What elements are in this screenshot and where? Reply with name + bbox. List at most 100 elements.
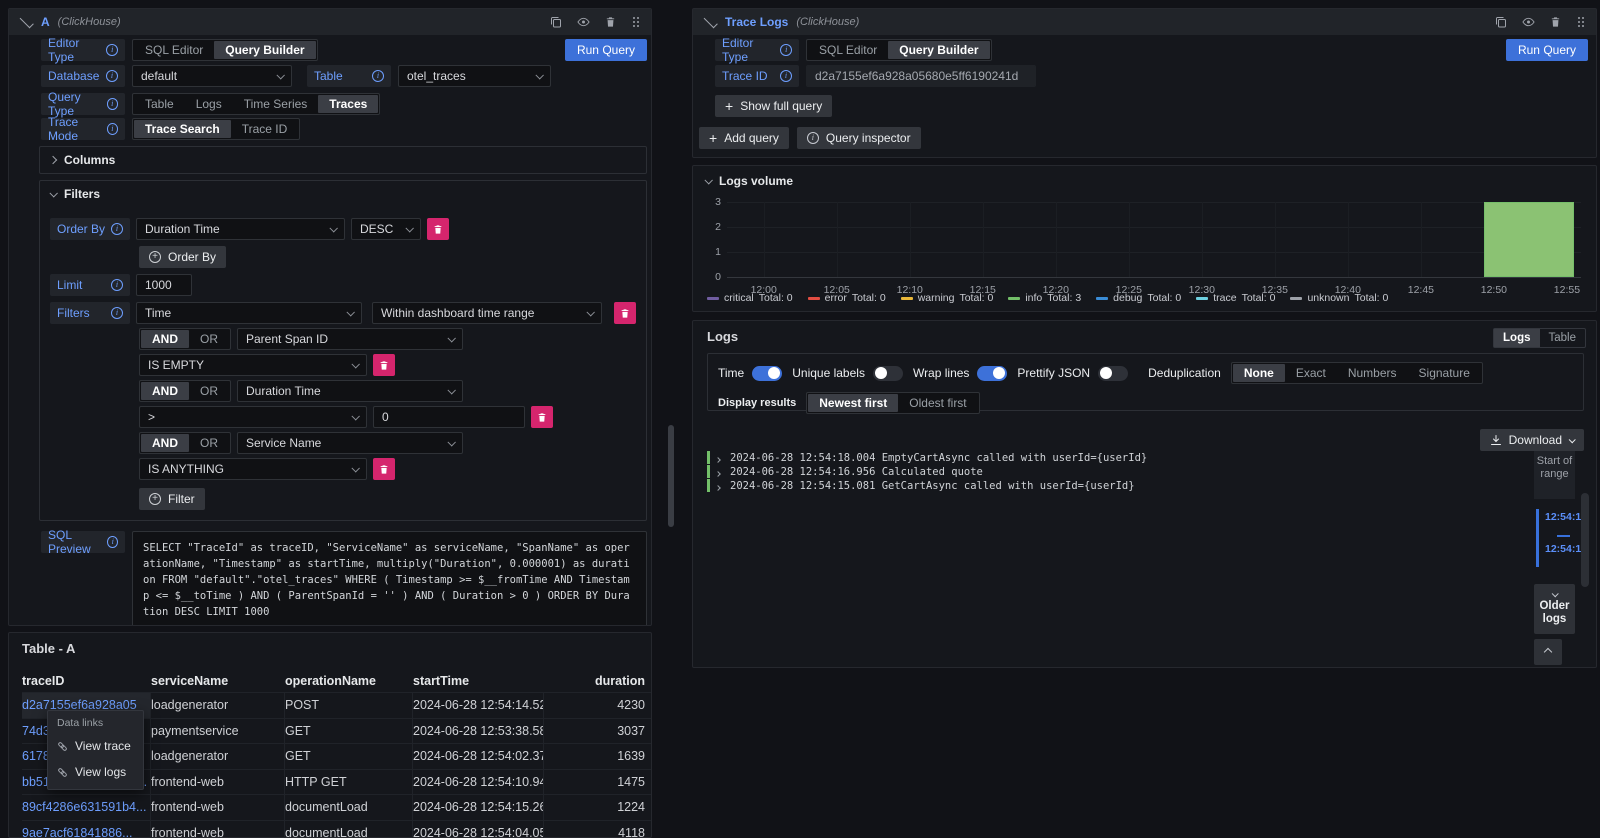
editor-type-option[interactable]: Query Builder: [214, 41, 315, 59]
query-type-option[interactable]: Table: [134, 95, 185, 113]
collapse-chevron-icon[interactable]: [20, 14, 34, 28]
remove-filter-button[interactable]: [614, 302, 636, 324]
logs-scrollbar[interactable]: [1581, 493, 1589, 587]
add-order-by-button[interactable]: +Order By: [139, 246, 226, 268]
query-type-option[interactable]: Traces: [318, 95, 378, 113]
add-query-button[interactable]: +Add query: [699, 127, 789, 149]
toggle-switch[interactable]: [873, 366, 903, 381]
trace-mode-option[interactable]: Trace Search: [134, 120, 231, 138]
display-results-switch[interactable]: Newest firstOldest first: [806, 392, 979, 414]
deduplication-switch[interactable]: NoneExactNumbersSignature: [1231, 362, 1483, 384]
table-select[interactable]: otel_traces: [398, 65, 551, 87]
and-or-switch[interactable]: ANDOR: [139, 432, 231, 454]
run-query-button[interactable]: Run Query: [565, 39, 647, 61]
panel-title[interactable]: A: [41, 15, 50, 29]
column-header[interactable]: duration: [544, 674, 651, 688]
and-or-switch[interactable]: ANDOR: [139, 328, 231, 350]
logs-volume-header[interactable]: Logs volume: [693, 166, 1596, 188]
editor-type-option[interactable]: Query Builder: [888, 41, 989, 59]
legend-item[interactable]: info Total: 3: [1008, 292, 1081, 304]
info-icon[interactable]: i: [372, 70, 384, 82]
trash-icon[interactable]: [605, 16, 616, 28]
toggle-switch[interactable]: [752, 366, 782, 381]
logs-view-option[interactable]: Table: [1540, 329, 1586, 347]
deduplication-option[interactable]: Signature: [1408, 364, 1481, 382]
info-icon[interactable]: i: [107, 98, 118, 110]
column-header[interactable]: serviceName: [151, 674, 285, 688]
legend-item[interactable]: critical Total: 0: [707, 292, 793, 304]
context-menu-item[interactable]: View trace: [48, 733, 143, 759]
trace-mode-option[interactable]: Trace ID: [231, 120, 299, 138]
order-by-direction-select[interactable]: DESC: [351, 218, 421, 240]
duplicate-icon[interactable]: [1495, 16, 1507, 28]
remove-condition-button[interactable]: [373, 354, 395, 376]
info-icon[interactable]: i: [106, 44, 118, 56]
info-icon[interactable]: i: [107, 536, 118, 548]
query-type-option[interactable]: Time Series: [233, 95, 319, 113]
logs-view-option[interactable]: Logs: [1494, 329, 1539, 347]
older-logs-button[interactable]: Older logs: [1534, 584, 1575, 634]
and-option[interactable]: AND: [141, 330, 189, 348]
condition-value-input[interactable]: 0: [373, 406, 525, 428]
drag-handle-icon[interactable]: [631, 16, 641, 28]
and-option[interactable]: AND: [141, 434, 189, 452]
column-header[interactable]: traceID: [22, 674, 151, 688]
chevron-right-icon[interactable]: [716, 479, 724, 493]
database-select[interactable]: default: [132, 65, 292, 87]
column-header[interactable]: startTime: [413, 674, 544, 688]
left-pane-scrollbar[interactable]: [668, 425, 674, 527]
context-menu-item[interactable]: View logs: [48, 759, 143, 785]
editor-type-switch[interactable]: SQL EditorQuery Builder: [806, 39, 992, 61]
query-inspector-button[interactable]: iQuery inspector: [797, 127, 921, 149]
limit-input[interactable]: 1000: [136, 274, 192, 296]
show-full-query-button[interactable]: +Show full query: [715, 95, 832, 117]
legend-item[interactable]: error Total: 0: [808, 292, 886, 304]
condition-field-select[interactable]: Parent Span ID: [237, 328, 463, 350]
panel-a-header[interactable]: A (ClickHouse): [9, 9, 651, 35]
legend-item[interactable]: debug Total: 0: [1096, 292, 1181, 304]
info-icon[interactable]: i: [106, 70, 118, 82]
info-icon[interactable]: i: [780, 70, 792, 82]
logs-view-switch[interactable]: LogsTable: [1493, 328, 1586, 348]
editor-type-option[interactable]: SQL Editor: [134, 41, 214, 59]
eye-icon[interactable]: [1522, 17, 1535, 27]
remove-order-by-button[interactable]: [427, 218, 449, 240]
and-option[interactable]: AND: [141, 382, 189, 400]
condition-operator-select[interactable]: >: [139, 406, 367, 428]
editor-type-option[interactable]: SQL Editor: [808, 41, 888, 59]
info-icon[interactable]: i: [780, 44, 792, 56]
deduplication-option[interactable]: Numbers: [1337, 364, 1408, 382]
order-by-field-select[interactable]: Duration Time: [136, 218, 345, 240]
column-header[interactable]: operationName: [285, 674, 413, 688]
remove-condition-button[interactable]: [373, 458, 395, 480]
log-line[interactable]: 2024-06-28 12:54:18.004 EmptyCartAsync c…: [707, 451, 1147, 464]
remove-condition-button[interactable]: [531, 406, 553, 428]
filter-value-select[interactable]: Within dashboard time range: [372, 302, 602, 324]
or-option[interactable]: OR: [189, 330, 229, 348]
editor-type-switch[interactable]: SQL EditorQuery Builder: [132, 39, 318, 61]
trace-logs-header[interactable]: Trace Logs (ClickHouse): [693, 9, 1596, 35]
or-option[interactable]: OR: [189, 382, 229, 400]
scroll-to-top-button[interactable]: [1534, 639, 1562, 665]
or-option[interactable]: OR: [189, 434, 229, 452]
info-logs-bar[interactable]: [1484, 202, 1574, 277]
trace-id-link[interactable]: 89cf4286e631591b4...: [22, 795, 151, 820]
condition-field-select[interactable]: Service Name: [237, 432, 463, 454]
toggle-switch[interactable]: [1098, 366, 1128, 381]
panel-title[interactable]: Trace Logs: [725, 15, 788, 29]
legend-item[interactable]: unknown Total: 0: [1290, 292, 1388, 304]
log-line[interactable]: 2024-06-28 12:54:15.081 GetCartAsync cal…: [707, 479, 1135, 492]
toggle-switch[interactable]: [977, 366, 1007, 381]
trace-id-input[interactable]: d2a7155ef6a928a05680e5ff6190241d: [806, 65, 1036, 87]
display-results-option[interactable]: Newest first: [808, 394, 898, 412]
logs-volume-chart[interactable]: 3210 12:0012:0512:1012:1512:2012:2512:30…: [727, 202, 1581, 277]
deduplication-option[interactable]: Exact: [1285, 364, 1337, 382]
info-icon[interactable]: i: [111, 223, 123, 235]
condition-operator-select[interactable]: IS ANYTHING: [139, 458, 367, 480]
log-line[interactable]: 2024-06-28 12:54:16.956 Calculated quote: [707, 465, 983, 478]
eye-icon[interactable]: [577, 17, 590, 27]
collapse-chevron-icon[interactable]: [704, 14, 718, 28]
info-icon[interactable]: i: [111, 279, 123, 291]
drag-handle-icon[interactable]: [1576, 16, 1586, 28]
chevron-right-icon[interactable]: [716, 465, 724, 479]
